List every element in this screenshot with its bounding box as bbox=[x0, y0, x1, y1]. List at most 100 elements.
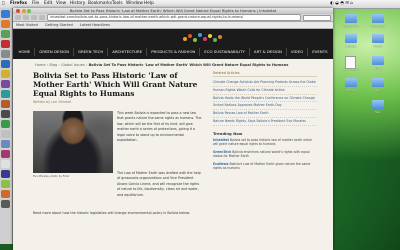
menu-edit[interactable]: Edit bbox=[44, 0, 52, 8]
desktop-icon-label: Downloads bbox=[370, 25, 386, 28]
nav-item[interactable]: ECO SUSTAINABILITY bbox=[200, 48, 250, 56]
tweet-item[interactable]: EcoNews Bolivia's Law of Mother Earth gi… bbox=[213, 162, 317, 171]
dock-app-icon[interactable] bbox=[1, 90, 10, 98]
dock-trash-icon[interactable] bbox=[1, 200, 10, 208]
dock-app-icon[interactable] bbox=[1, 110, 10, 118]
dock-app-icon[interactable] bbox=[1, 160, 10, 168]
browser-window: Bolivia Set to Pass Historic 'Law of Mot… bbox=[13, 8, 333, 250]
dock-app-icon[interactable] bbox=[1, 120, 10, 128]
tweet-item[interactable]: Inhabitat Bolivia set to pass historic l… bbox=[213, 138, 317, 147]
article-paragraph: The Law of Mother Earth was drafted with… bbox=[117, 171, 201, 197]
nav-item[interactable]: HOME bbox=[14, 48, 36, 56]
desktop-folder-icon[interactable] bbox=[372, 56, 384, 66]
desktop-folder-icon[interactable] bbox=[345, 34, 357, 44]
article-headline: Bolivia Set to Pass Historic 'Law of Mot… bbox=[33, 71, 198, 98]
site-nav: HOME GREEN DESIGN GREEN TECH ARCHITECTUR… bbox=[13, 48, 333, 56]
menu-file[interactable]: File bbox=[32, 0, 39, 8]
breadcrumb-link[interactable]: Home bbox=[35, 63, 46, 67]
desktop-folder-icon[interactable] bbox=[372, 100, 384, 110]
dock-finder-icon[interactable] bbox=[1, 10, 10, 18]
nav-item[interactable]: GREEN TECH bbox=[74, 48, 109, 56]
dock-app-icon[interactable] bbox=[1, 30, 10, 38]
desktop-folder-icon[interactable] bbox=[372, 34, 384, 44]
bookmark-item[interactable]: Most Visited bbox=[16, 23, 38, 27]
menu-tools[interactable]: Tools bbox=[112, 0, 123, 8]
desktop-folder-icon[interactable] bbox=[345, 14, 357, 24]
menu-help[interactable]: Help bbox=[144, 0, 154, 8]
nav-item[interactable]: ART & DESIGN bbox=[250, 48, 287, 56]
search-input[interactable] bbox=[303, 14, 331, 21]
url-bar[interactable]: inhabitat.com/bolivia-set-to-pass-histor… bbox=[47, 14, 301, 21]
desktop-icon-label: Archive bbox=[346, 89, 356, 92]
tweet-handle[interactable]: Inhabitat bbox=[213, 138, 229, 142]
photo-caption: Evo Morales, photo by Flickr bbox=[33, 175, 70, 178]
dock-app-icon[interactable] bbox=[1, 50, 10, 58]
breadcrumb-link[interactable]: Blog bbox=[49, 63, 57, 67]
nav-item[interactable]: VIDEO bbox=[287, 48, 309, 56]
dock-app-icon[interactable] bbox=[1, 180, 10, 188]
menu-view[interactable]: View bbox=[56, 0, 66, 8]
related-article-link[interactable]: Nature Needs Rights, Says Bolivia's Pres… bbox=[213, 118, 317, 126]
desktop-folder-icon[interactable] bbox=[372, 14, 384, 24]
dock-app-icon[interactable] bbox=[1, 60, 10, 68]
article-photo[interactable] bbox=[33, 111, 113, 173]
dock-app-icon[interactable] bbox=[1, 140, 10, 148]
tweet-handle[interactable]: GreenTech bbox=[213, 150, 231, 154]
dock-app-icon[interactable] bbox=[1, 100, 10, 108]
related-article-link[interactable]: Human Rights Watch Calls for Climate Act… bbox=[213, 87, 317, 95]
related-article-link[interactable]: United Nations Approves Mother Earth Day bbox=[213, 102, 317, 111]
related-article-link[interactable]: Climate Change Activists Are Planning Pr… bbox=[213, 79, 317, 87]
reload-button[interactable] bbox=[31, 15, 37, 20]
nav-item[interactable]: EVENTS bbox=[308, 48, 331, 56]
bookmarks-bar: Most Visited Getting Started Latest Head… bbox=[13, 22, 333, 29]
desktop-icon-label: Documents bbox=[343, 25, 359, 28]
article-byline[interactable]: Written by Lori Zimmer bbox=[33, 100, 203, 104]
forward-button[interactable] bbox=[23, 15, 29, 20]
window-titlebar[interactable]: Bolivia Set to Pass Historic 'Law of Mot… bbox=[13, 8, 333, 14]
menu-app[interactable]: Firefox bbox=[10, 0, 27, 8]
minimize-window-icon[interactable] bbox=[21, 9, 26, 13]
nav-item[interactable]: ARCHITECTURE bbox=[108, 48, 148, 56]
menu-history[interactable]: History bbox=[70, 0, 85, 8]
dock-firefox-icon[interactable] bbox=[1, 20, 10, 28]
dock-app-icon[interactable] bbox=[1, 70, 10, 78]
tweet-handle[interactable]: EcoNews bbox=[213, 162, 228, 166]
tweet-item[interactable]: GreenTech Bolivia enshrines natural worl… bbox=[213, 150, 317, 159]
dock-app-icon[interactable] bbox=[1, 40, 10, 48]
desktop-folder-icon[interactable] bbox=[345, 78, 357, 88]
dock-app-icon[interactable] bbox=[1, 150, 10, 158]
site-logo[interactable] bbox=[183, 32, 223, 46]
window-controls bbox=[16, 9, 31, 13]
window-title: Bolivia Set to Pass Historic 'Law of Mot… bbox=[69, 8, 277, 13]
related-article-link[interactable]: Bolivia Passes Law of Mother Earth bbox=[213, 110, 317, 118]
sidebar-heading: Related Articles bbox=[213, 71, 317, 77]
close-window-icon[interactable] bbox=[16, 9, 20, 13]
desktop-icon-label: Projects bbox=[345, 45, 357, 48]
desktop-folder-icon[interactable] bbox=[372, 78, 384, 88]
breadcrumb-current: Bolivia Set To Pass Historic 'Law of Mot… bbox=[88, 63, 289, 67]
desktop-document-icon[interactable] bbox=[345, 56, 357, 69]
article-paragraph: Read more about how the historic legisla… bbox=[33, 211, 190, 215]
dock-app-icon[interactable] bbox=[1, 130, 10, 138]
status-icons[interactable]: ◐ ◒ ◓ ✉ ⌂ bbox=[330, 0, 353, 8]
dock-app-icon[interactable] bbox=[1, 80, 10, 88]
tweet-text: Bolivia's Law of Mother Earth gives natu… bbox=[213, 161, 311, 171]
site-header: HOME GREEN DESIGN GREEN TECH ARCHITECTUR… bbox=[13, 29, 333, 59]
bookmark-item[interactable]: Getting Started bbox=[45, 23, 73, 27]
nav-item[interactable]: PRODUCTS & FASHION bbox=[147, 48, 201, 56]
breadcrumb: Home › Blog › Global Issues › Bolivia Se… bbox=[35, 63, 289, 67]
bookmark-item[interactable]: Latest Headlines bbox=[80, 23, 110, 27]
home-button[interactable] bbox=[39, 15, 45, 20]
article: Bolivia Set to Pass Historic 'Law of Mot… bbox=[33, 71, 203, 215]
back-button[interactable] bbox=[15, 15, 21, 20]
zoom-window-icon[interactable] bbox=[27, 9, 31, 13]
nav-item[interactable]: GREEN DESIGN bbox=[35, 48, 75, 56]
related-article-link[interactable]: Bolivia Hosts the World People's Confere… bbox=[213, 95, 317, 103]
menu-bookmarks[interactable]: Bookmarks bbox=[88, 0, 112, 8]
menu-window[interactable]: Window bbox=[126, 0, 143, 8]
dock-app-icon[interactable] bbox=[1, 190, 10, 198]
breadcrumb-link[interactable]: Global Issues bbox=[61, 63, 85, 67]
apple-menu-icon[interactable]:  bbox=[2, 0, 5, 8]
dock-app-icon[interactable] bbox=[1, 170, 10, 178]
desktop-icon-label: Misc bbox=[375, 111, 381, 114]
